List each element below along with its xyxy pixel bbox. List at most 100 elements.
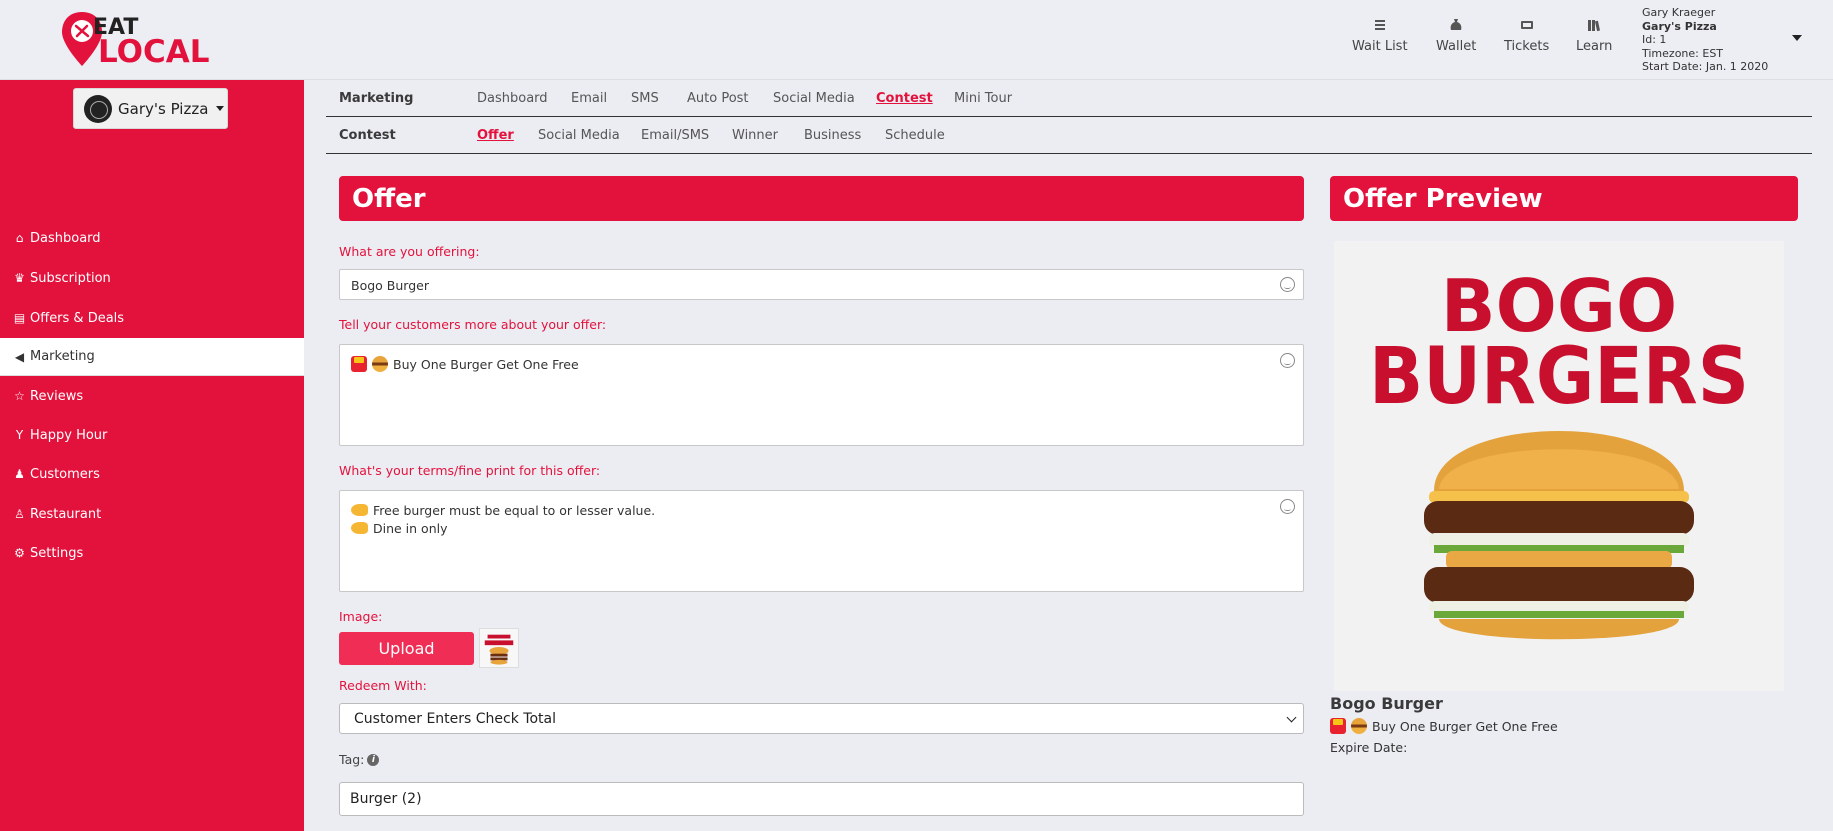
sidebar-item-happy-hour[interactable]: Y Happy Hour: [0, 416, 304, 454]
contest-nav-title: Contest: [339, 127, 396, 143]
sidebar-item-subscription[interactable]: ♛ Subscription: [0, 259, 304, 297]
redeem-select[interactable]: Customer Enters Check Total: [339, 703, 1304, 734]
topnav-wallet[interactable]: Wallet: [1436, 18, 1476, 54]
info-icon[interactable]: i: [367, 753, 380, 766]
preview-description-text: Buy One Burger Get One Free: [1372, 718, 1558, 734]
emoji-picker-icon[interactable]: [1280, 499, 1295, 514]
sidebar-item-label: Offers & Deals: [30, 310, 125, 326]
pointing-hand-emoji-icon: [351, 522, 368, 534]
burger-emoji-icon: [1351, 718, 1367, 734]
money-bag-icon: [1450, 19, 1462, 30]
user-start-date: Start Date: Jan. 1 2020: [1642, 60, 1769, 73]
logo-text-local: LOCAL: [98, 34, 210, 70]
upload-button[interactable]: Upload: [339, 632, 474, 665]
marketing-tab-social-media[interactable]: Social Media: [773, 91, 855, 106]
contest-tab-schedule[interactable]: Schedule: [885, 128, 945, 143]
fries-emoji-icon: [1330, 718, 1346, 734]
user-info[interactable]: Gary Kraeger Gary's Pizza Id: 1 Timezone…: [1642, 6, 1768, 74]
topnav-learn[interactable]: Learn: [1576, 18, 1612, 54]
topnav-label: Tickets: [1504, 39, 1550, 54]
marketing-tab-sms[interactable]: SMS: [631, 91, 659, 106]
list-icon: [1374, 20, 1385, 30]
topnav-label: Learn: [1576, 39, 1613, 54]
sidebar-item-dashboard[interactable]: ⌂ Dashboard: [0, 219, 304, 257]
image-label: Image:: [339, 609, 383, 624]
terms-line-1: Free burger must be equal to or lesser v…: [373, 502, 656, 518]
sidebar-item-settings[interactable]: ⚙ Settings: [0, 534, 304, 572]
preview-description: Buy One Burger Get One Free: [1330, 718, 1558, 734]
crown-icon: ♛: [14, 271, 25, 285]
tag-value: Burger (2): [350, 791, 422, 807]
people-icon: ♟: [14, 467, 25, 481]
sidebar-item-marketing[interactable]: ◀ Marketing: [0, 338, 304, 376]
marketing-tab-auto-post[interactable]: Auto Post: [687, 91, 749, 106]
sidebar: Gary's Pizza ⌂ Dashboard ♛ Subscription …: [0, 80, 304, 831]
marketing-tab-dashboard[interactable]: Dashboard: [477, 91, 548, 106]
restaurant-avatar: [84, 94, 112, 123]
marketing-tab-mini-tour[interactable]: Mini Tour: [954, 91, 1012, 106]
description-value: Buy One Burger Get One Free: [393, 356, 579, 372]
description-label: Tell your customers more about your offe…: [339, 317, 607, 332]
star-icon: ☆: [14, 389, 25, 403]
terms-label: What's your terms/fine print for this of…: [339, 463, 601, 478]
user-menu-caret-icon[interactable]: [1792, 35, 1802, 41]
sidebar-item-reviews[interactable]: ☆ Reviews: [0, 377, 304, 415]
contest-nav: Contest Offer Social Media Email/SMS Win…: [326, 117, 1812, 154]
topnav-wait-list[interactable]: Wait List: [1352, 18, 1408, 54]
burger-emoji-icon: [372, 356, 388, 372]
sidebar-item-customers[interactable]: ♟ Customers: [0, 455, 304, 493]
tag-label-row: Tag: i: [339, 752, 380, 767]
sidebar-item-restaurant[interactable]: ♙ Restaurant: [0, 495, 304, 533]
offering-label: What are you offering:: [339, 244, 480, 259]
fries-emoji-icon: [351, 356, 367, 372]
pointing-hand-emoji-icon: [351, 504, 368, 516]
document-icon: ▤: [13, 311, 26, 325]
chef-icon: ♙: [14, 507, 25, 521]
offer-image-thumbnail[interactable]: [479, 628, 519, 668]
gear-icon: ⚙: [14, 546, 25, 560]
user-name: Gary Kraeger: [1642, 6, 1716, 19]
redeem-label: Redeem With:: [339, 678, 427, 693]
restaurant-select[interactable]: Gary's Pizza: [73, 88, 228, 129]
top-bar: EAT LOCAL Wait List Wallet Tickets Learn…: [0, 0, 1833, 80]
topnav-label: Wait List: [1352, 39, 1408, 54]
cocktail-icon: Y: [15, 428, 24, 442]
description-textarea[interactable]: Buy One Burger Get One Free: [339, 344, 1304, 446]
terms-textarea[interactable]: Free burger must be equal to or lesser v…: [339, 490, 1304, 592]
books-icon: [1588, 20, 1601, 32]
user-restaurant: Gary's Pizza: [1642, 19, 1717, 33]
preview-title: Bogo Burger: [1330, 694, 1443, 713]
offer-header: Offer: [339, 176, 1304, 221]
emoji-picker-icon[interactable]: [1280, 277, 1295, 292]
redeem-select-value: Customer Enters Check Total: [354, 710, 556, 727]
sidebar-item-label: Dashboard: [30, 230, 101, 246]
offering-value: Bogo Burger: [351, 277, 429, 293]
offer-preview-header: Offer Preview: [1330, 176, 1798, 221]
marketing-tab-email[interactable]: Email: [571, 91, 607, 106]
topnav-label: Wallet: [1436, 39, 1477, 54]
marketing-tab-contest[interactable]: Contest: [876, 91, 933, 106]
offering-input[interactable]: Bogo Burger: [339, 269, 1304, 300]
sidebar-item-label: Marketing: [30, 349, 95, 364]
sidebar-item-label: Customers: [30, 466, 100, 482]
preview-image-text-burgers: BURGERS: [1369, 332, 1749, 422]
contest-tab-email-sms[interactable]: Email/SMS: [641, 128, 709, 143]
caret-down-icon: [216, 106, 225, 111]
tag-label: Tag:: [339, 752, 365, 767]
topnav-tickets[interactable]: Tickets: [1504, 18, 1549, 54]
eat-local-logo[interactable]: EAT LOCAL: [60, 10, 250, 70]
sidebar-item-label: Happy Hour: [30, 427, 108, 443]
tag-input[interactable]: Burger (2): [339, 782, 1304, 816]
sidebar-item-label: Restaurant: [30, 506, 102, 522]
ticket-icon: [1520, 21, 1533, 29]
emoji-picker-icon[interactable]: [1280, 353, 1295, 368]
marketing-nav: Marketing Dashboard Email SMS Auto Post …: [326, 80, 1812, 117]
restaurant-select-label: Gary's Pizza: [118, 99, 209, 118]
sidebar-item-offers-deals[interactable]: ▤ Offers & Deals: [0, 299, 304, 337]
contest-tab-winner[interactable]: Winner: [732, 128, 778, 143]
contest-tab-offer[interactable]: Offer: [477, 128, 514, 143]
preview-expire-date: Expire Date:: [1330, 740, 1408, 755]
contest-tab-social-media[interactable]: Social Media: [538, 128, 620, 143]
contest-tab-business[interactable]: Business: [804, 128, 861, 143]
terms-line-2: Dine in only: [373, 520, 448, 536]
